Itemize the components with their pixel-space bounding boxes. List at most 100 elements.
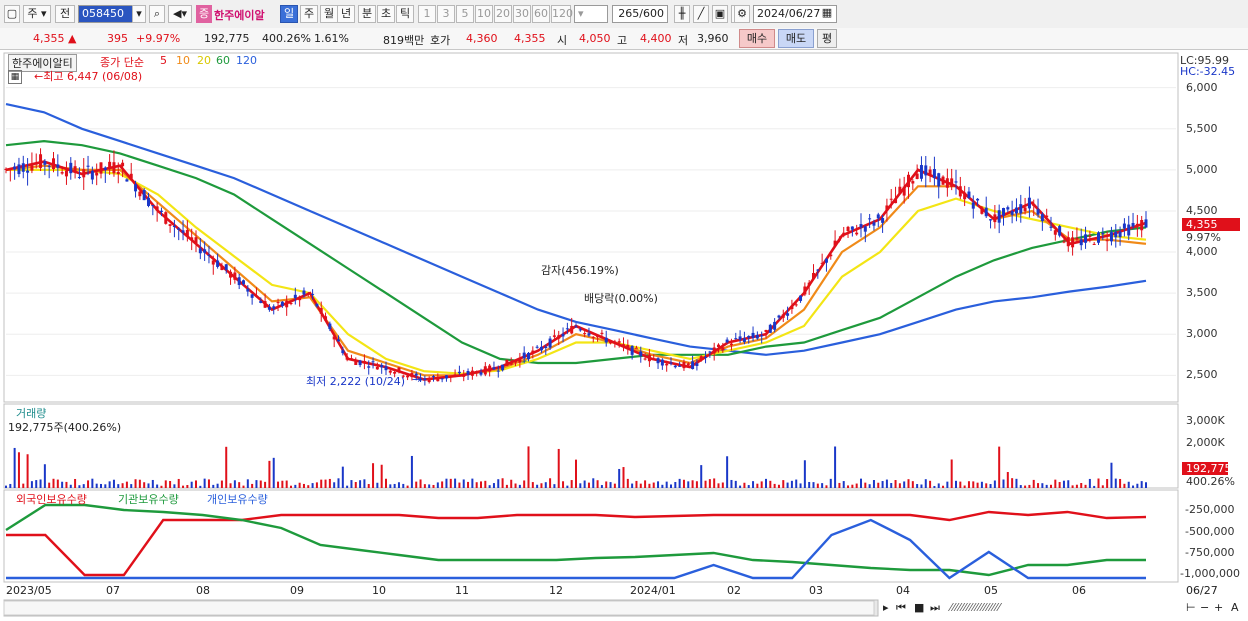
volume-bar [346, 485, 349, 488]
candle-body [915, 173, 919, 179]
candle-body [77, 176, 81, 178]
volume-bar [56, 479, 59, 488]
candle-body [4, 168, 8, 171]
volume-bar [39, 479, 42, 488]
volume-bar [272, 457, 275, 488]
volume-bar [613, 483, 616, 488]
candle-body [1101, 233, 1105, 235]
volume-bar [449, 478, 452, 488]
candle-body [242, 280, 245, 285]
volume-bar [570, 480, 573, 488]
candle-body [211, 260, 215, 265]
xlabel-06-27: 06/27 [1186, 584, 1218, 597]
price-ytick: 3,000 [1186, 327, 1218, 341]
candle-body [1075, 237, 1079, 240]
candle-body [1023, 207, 1027, 212]
volume-bar [816, 483, 819, 488]
candle-body [492, 367, 496, 370]
volume-bar [847, 485, 850, 488]
candle-body [738, 336, 742, 340]
price-ytick: 5,000 [1186, 162, 1218, 176]
candle-body [574, 326, 578, 328]
volume-bar [894, 480, 897, 488]
volume-bar [1110, 462, 1113, 488]
volume-bar [739, 485, 742, 488]
candle-body [82, 169, 86, 178]
volume-bar [497, 479, 500, 488]
drawing-tools-icon[interactable]: ⁄⁄⁄⁄⁄⁄⁄⁄⁄⁄⁄⁄⁄⁄⁄⁄⁄⁄ [950, 601, 1001, 614]
volume-bar [730, 479, 733, 488]
volume-bar [769, 480, 772, 488]
candle-body [220, 265, 224, 271]
candle-body [172, 226, 176, 228]
candle-body [829, 254, 833, 257]
candle-body [937, 173, 941, 187]
volume-bar [324, 479, 327, 488]
volume-bar [579, 483, 582, 488]
volume-bar [972, 481, 975, 488]
volume-bar [112, 479, 115, 488]
candle-body [34, 162, 38, 165]
scroll-thumb[interactable] [3, 600, 875, 616]
first-icon[interactable]: ⏮ [896, 601, 906, 615]
candle-body [233, 272, 237, 280]
volume-bar [436, 482, 439, 488]
candle-body [116, 171, 120, 175]
volume-bar [69, 484, 72, 488]
volume-bar [713, 478, 716, 488]
volume-bar [1101, 485, 1104, 488]
volume-bar [43, 464, 46, 488]
volume-bar [505, 484, 508, 488]
candle-body [86, 165, 90, 167]
stop-icon[interactable]: ■ [914, 601, 924, 614]
chart-canvas[interactable] [0, 0, 1248, 621]
volume-bar [380, 464, 383, 488]
plus-icon[interactable]: + [1214, 601, 1223, 614]
volume-bar [1002, 479, 1005, 488]
candle-body [8, 168, 12, 170]
zoom-out-icon[interactable]: ⊢ [1186, 601, 1196, 614]
candle-body [721, 347, 725, 351]
volume-bar [216, 483, 219, 488]
scroll-right-icon[interactable]: ▸ [883, 601, 889, 614]
volume-bar [989, 484, 992, 488]
volume-bar [752, 481, 755, 488]
volume-bar [207, 479, 210, 488]
volume-bar [756, 483, 759, 488]
volume-bar [428, 484, 431, 488]
candle-body [185, 229, 189, 237]
candle-body [868, 218, 872, 220]
annotation-capital-reduction: 감자(456.19%) [541, 264, 619, 277]
volume-bar [259, 480, 262, 488]
volume-bar [100, 483, 102, 488]
candle-body [695, 363, 699, 366]
volume-bar [782, 480, 785, 488]
volume-bar [872, 480, 875, 488]
volume-bar [290, 485, 292, 488]
volume-bar [639, 483, 642, 488]
volume-bar [190, 481, 193, 488]
legend-individual: 개인보유수량 [207, 493, 268, 506]
font-size-icon[interactable]: A [1231, 601, 1239, 614]
volume-bar [657, 481, 660, 488]
last-icon[interactable]: ⏭ [930, 601, 940, 615]
candle-body [1088, 235, 1092, 237]
volume-bar [492, 483, 495, 488]
volume-bar [631, 483, 634, 488]
volume-bar [898, 483, 901, 488]
volume-bar [354, 482, 357, 488]
volume-bar [838, 482, 841, 488]
volume-bar [264, 481, 267, 488]
candle-body [885, 205, 889, 211]
candle-body [337, 339, 340, 342]
volume-bar [294, 484, 297, 488]
candle-body [311, 293, 315, 295]
minus-icon[interactable]: − [1200, 601, 1209, 614]
candle-body [812, 272, 815, 280]
volume-bar [605, 481, 608, 488]
candle-body [665, 363, 669, 366]
grid-icon[interactable]: ▦ [8, 70, 22, 84]
volume-bar [514, 483, 517, 488]
volume-bar [842, 481, 845, 488]
volume-bar [536, 484, 539, 488]
